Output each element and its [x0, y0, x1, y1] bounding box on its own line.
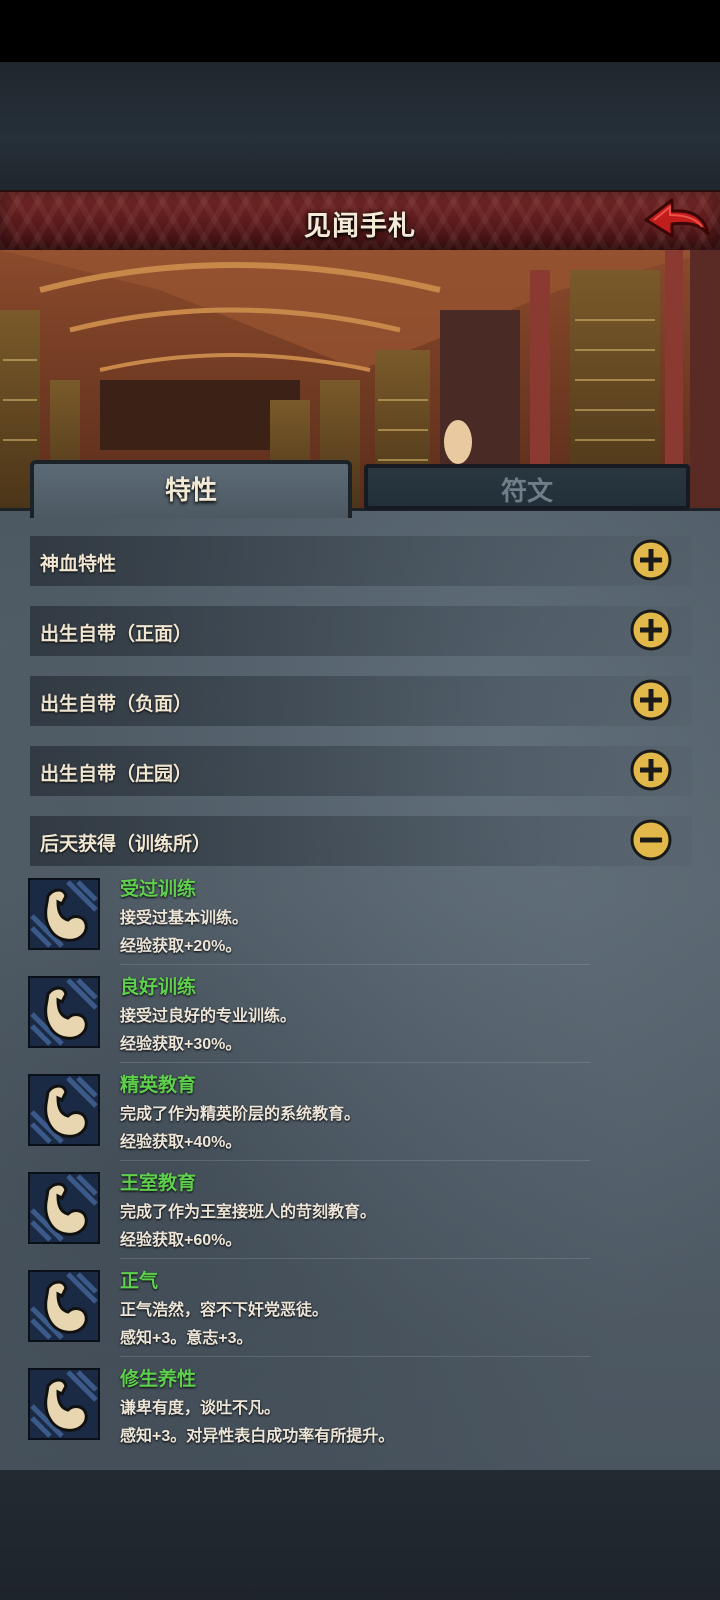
section-innate-positive[interactable]: 出生自带（正面）: [30, 606, 692, 656]
header-bar: 见闻手札: [0, 190, 720, 252]
section-acquired-training[interactable]: 后天获得（训练所）: [30, 816, 692, 866]
trait-name: 正气: [120, 1271, 159, 1292]
plus-circle-icon[interactable]: [630, 609, 672, 651]
trait-effect: 经验获取+60%。: [120, 1232, 242, 1249]
back-button[interactable]: [642, 196, 712, 246]
tab-traits[interactable]: 特性: [30, 460, 352, 518]
trait-effect: 感知+3。意志+3。: [120, 1330, 253, 1347]
trait-description: 接受过基本训练。: [120, 910, 249, 927]
trait-item[interactable]: 受过训练 接受过基本训练。 经验获取+20%。: [28, 872, 590, 970]
trait-name: 精英教育: [120, 1075, 197, 1096]
trait-name: 王室教育: [120, 1173, 197, 1194]
trait-item[interactable]: 王室教育 完成了作为王室接班人的苛刻教育。 经验获取+60%。: [28, 1166, 590, 1264]
dimmed-overlay-bottom: [0, 1470, 720, 1600]
back-arrow-icon: [644, 198, 710, 238]
trait-description: 完成了作为王室接班人的苛刻教育。: [120, 1204, 377, 1221]
trait-description: 正气浩然，容不下奸党恶徒。: [120, 1302, 329, 1319]
plus-circle-icon[interactable]: [630, 679, 672, 721]
trait-item[interactable]: 精英教育 完成了作为精英阶层的系统教育。 经验获取+40%。: [28, 1068, 590, 1166]
flexed-arm-icon: [28, 1172, 100, 1244]
trait-name: 良好训练: [120, 977, 197, 998]
status-bar-area: [0, 0, 720, 62]
divider: [120, 1160, 590, 1161]
page-title: 见闻手札: [304, 211, 416, 241]
flexed-arm-icon: [28, 1368, 100, 1440]
section-label: 出生自带（庄园）: [40, 764, 193, 785]
section-label: 后天获得（训练所）: [40, 834, 212, 855]
trait-effect: 经验获取+40%。: [120, 1134, 242, 1151]
flexed-arm-icon: [28, 878, 100, 950]
divider: [120, 1356, 590, 1357]
tab-runes[interactable]: 符文: [364, 464, 690, 510]
trait-item[interactable]: 正气 正气浩然，容不下奸党恶徒。 感知+3。意志+3。: [28, 1264, 590, 1362]
minus-circle-icon[interactable]: [630, 819, 672, 861]
flexed-arm-icon: [28, 976, 100, 1048]
trait-effect: 经验获取+20%。: [120, 938, 242, 955]
trait-description: 接受过良好的专业训练。: [120, 1008, 297, 1025]
section-divine-blood[interactable]: 神血特性: [30, 536, 692, 586]
section-label: 神血特性: [40, 554, 117, 575]
trait-description: 谦卑有度，谈吐不凡。: [120, 1400, 281, 1417]
divider: [120, 964, 590, 965]
flexed-arm-icon: [28, 1074, 100, 1146]
trait-effect: 感知+3。对异性表白成功率有所提升。: [120, 1428, 395, 1445]
flexed-arm-icon: [28, 1270, 100, 1342]
trait-name: 受过训练: [120, 879, 197, 900]
section-innate-negative[interactable]: 出生自带（负面）: [30, 676, 692, 726]
section-label: 出生自带（负面）: [40, 694, 193, 715]
trait-item[interactable]: 良好训练 接受过良好的专业训练。 经验获取+30%。: [28, 970, 590, 1068]
trait-item[interactable]: 修生养性 谦卑有度，谈吐不凡。 感知+3。对异性表白成功率有所提升。: [28, 1362, 568, 1460]
trait-name: 修生养性: [120, 1369, 197, 1390]
plus-circle-icon[interactable]: [630, 749, 672, 791]
divider: [120, 1062, 590, 1063]
divider: [120, 1258, 590, 1259]
plus-circle-icon[interactable]: [630, 539, 672, 581]
trait-effect: 经验获取+30%。: [120, 1036, 242, 1053]
section-innate-manor[interactable]: 出生自带（庄园）: [30, 746, 692, 796]
tab-bar: 特性 符文: [0, 460, 720, 518]
section-label: 出生自带（正面）: [40, 624, 193, 645]
trait-description: 完成了作为精英阶层的系统教育。: [120, 1106, 361, 1123]
dimmed-overlay-top: [0, 62, 720, 190]
